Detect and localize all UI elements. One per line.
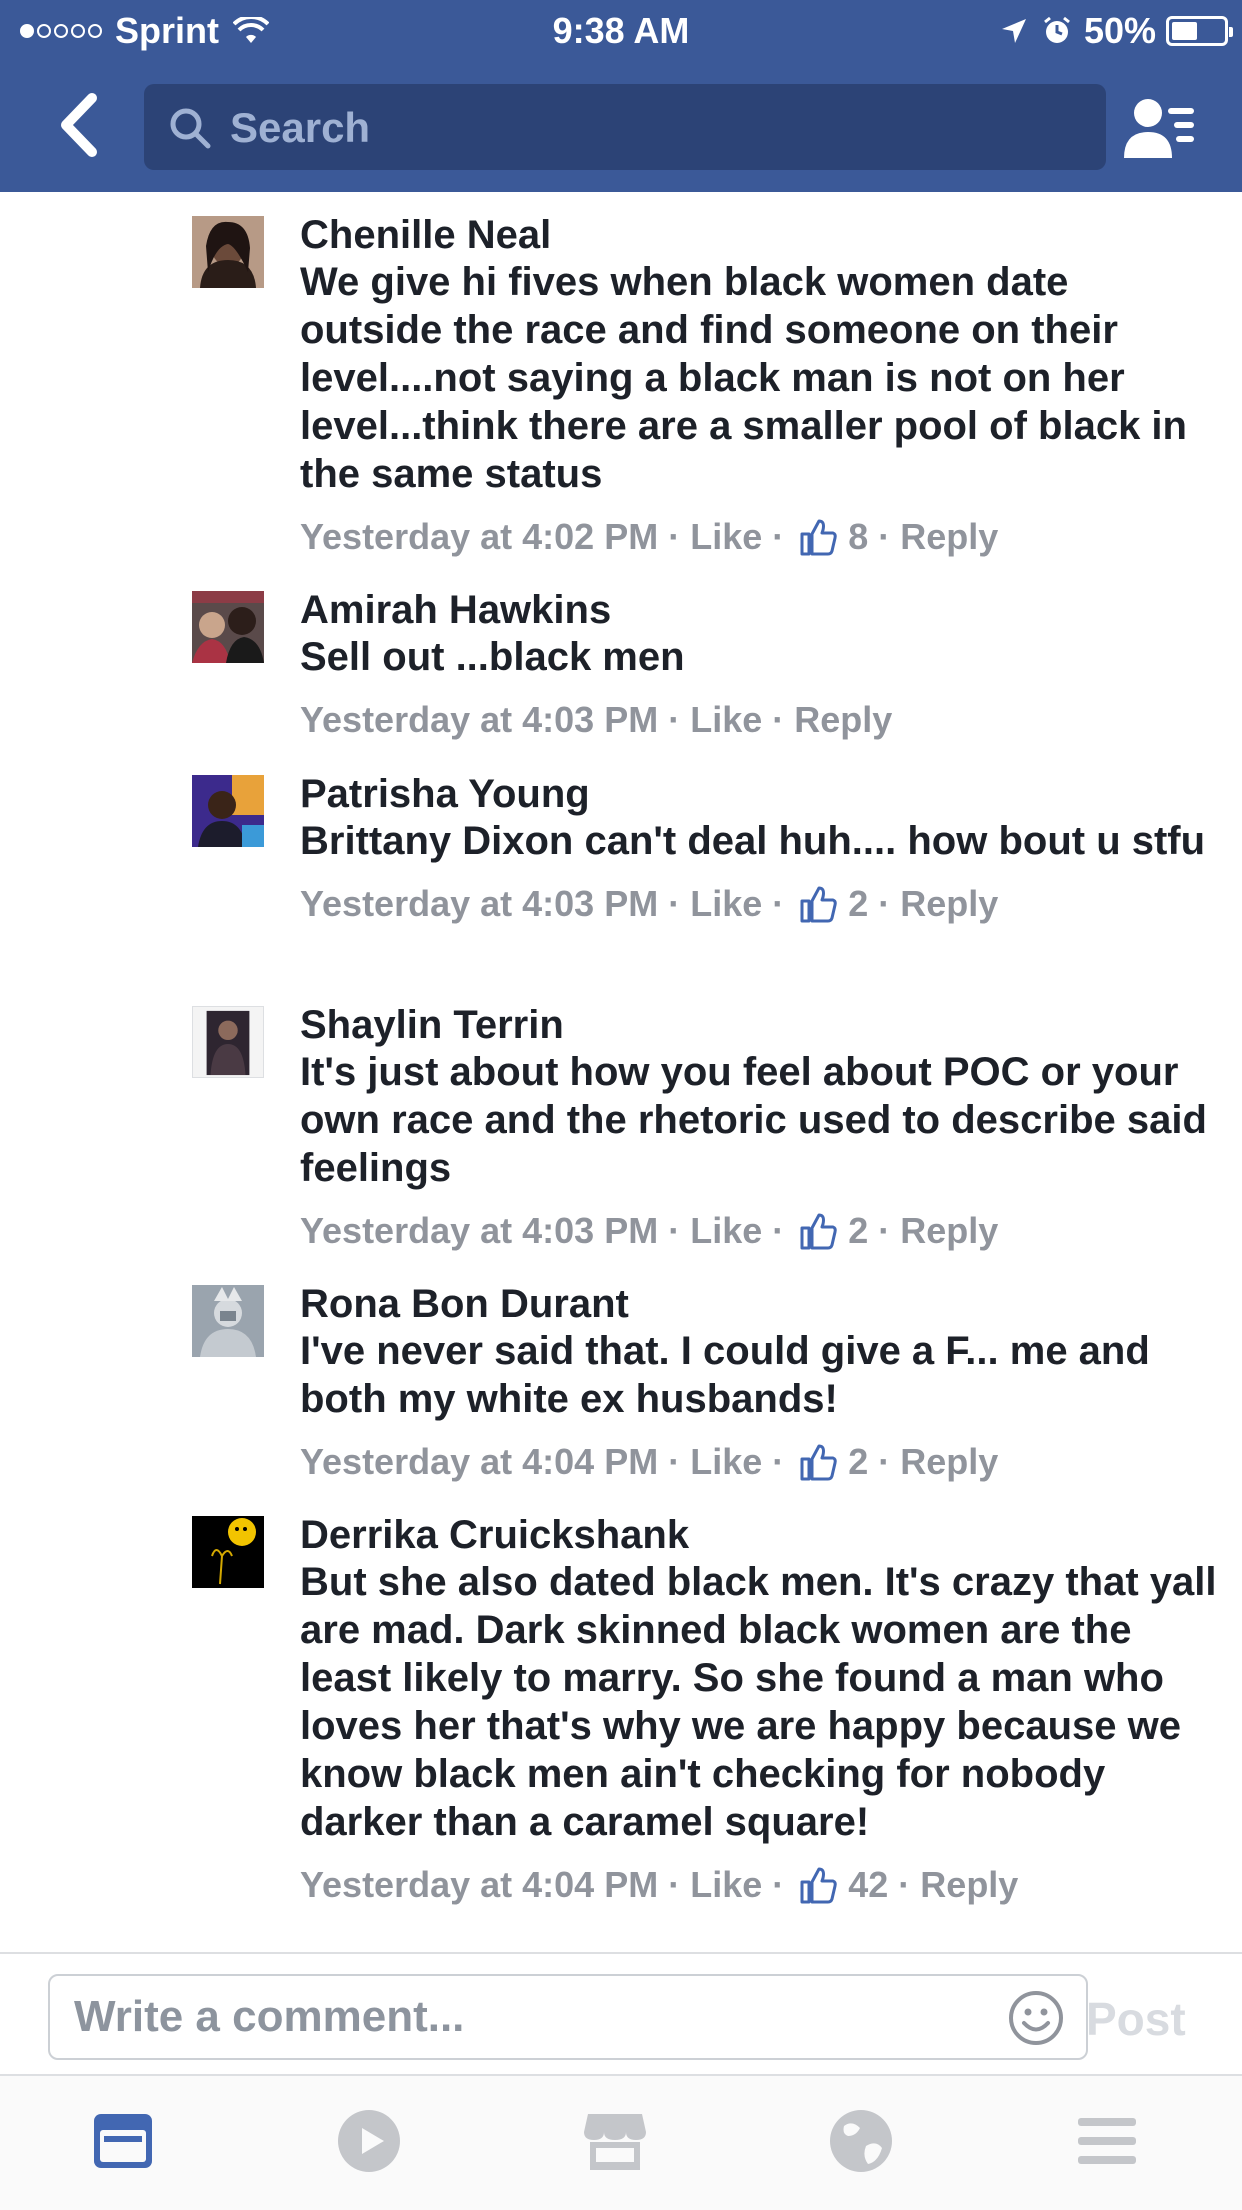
- comment-timestamp[interactable]: Yesterday at 4:04 PM: [300, 1860, 658, 1910]
- like-link[interactable]: Like: [690, 1437, 762, 1487]
- comment-text: Brittany Dixon can't deal huh.... how bo…: [300, 819, 1206, 863]
- like-link[interactable]: Like: [690, 879, 762, 929]
- marketplace-icon[interactable]: [580, 2106, 650, 2176]
- like-link[interactable]: Like: [690, 1860, 762, 1910]
- comment-text: It's just about how you feel about POC o…: [300, 1050, 1207, 1190]
- comment-body: Rona Bon Durant I've never said that. I …: [300, 1279, 1220, 1487]
- comment-author[interactable]: Patrisha Young: [300, 769, 1220, 819]
- location-arrow-icon: [1001, 19, 1026, 43]
- battery-percent: 50%: [1083, 10, 1156, 51]
- comment-timestamp[interactable]: Yesterday at 4:04 PM: [300, 1437, 658, 1487]
- comment-body: Patrisha Young Brittany Dixon can't deal…: [300, 769, 1220, 929]
- comment-meta: Yesterday at 4:04 PM · Like · 42 · Reply: [300, 1860, 1220, 1910]
- app-header: Sprint 9:38 AM 50% Search: [0, 0, 1242, 192]
- comment-body: Amirah Hawkins Sell out ...black men Yes…: [300, 585, 1220, 745]
- alarm-icon: [1044, 16, 1070, 43]
- avatar[interactable]: [192, 591, 264, 663]
- status-bar: Sprint 9:38 AM 50%: [0, 0, 1242, 62]
- thumbs-up-icon: [800, 519, 837, 556]
- search-bar[interactable]: Search: [144, 84, 1106, 170]
- like-count[interactable]: 2: [848, 1437, 868, 1487]
- comment-meta: Yesterday at 4:03 PM · Like · 2 · Reply: [300, 1206, 1220, 1256]
- comment-body: Shaylin Terrin It's just about how you f…: [300, 1000, 1220, 1256]
- comment-body: Chenille Neal We give hi fives when blac…: [300, 210, 1220, 562]
- comment-timestamp[interactable]: Yesterday at 4:03 PM: [300, 1206, 658, 1256]
- comment-author[interactable]: Chenille Neal: [300, 210, 1220, 260]
- thumbs-up-icon: [800, 1867, 837, 1904]
- back-chevron-icon[interactable]: [50, 90, 110, 160]
- notifications-globe-icon[interactable]: [826, 2106, 896, 2176]
- menu-icon[interactable]: [1072, 2106, 1142, 2176]
- comment-timestamp[interactable]: Yesterday at 4:03 PM: [300, 879, 658, 929]
- reply-link[interactable]: Reply: [900, 1437, 998, 1487]
- comment-author[interactable]: Rona Bon Durant: [300, 1279, 1220, 1329]
- comment-author[interactable]: Derrika Cruickshank: [300, 1510, 1220, 1560]
- thumbs-up-icon: [800, 1444, 837, 1481]
- like-link[interactable]: Like: [690, 1206, 762, 1256]
- comment-meta: Yesterday at 4:03 PM · Like · Reply: [300, 695, 1220, 745]
- nav-bar: Search: [0, 62, 1242, 192]
- search-placeholder: Search: [230, 104, 371, 151]
- status-right: 50%: [1000, 10, 1233, 52]
- like-link[interactable]: Like: [690, 695, 762, 745]
- comment-text: But she also dated black men. It's crazy…: [300, 1560, 1217, 1844]
- search-icon: [170, 108, 211, 149]
- comment-input[interactable]: Write a comment...: [48, 1974, 1088, 2060]
- comment-meta: Yesterday at 4:04 PM · Like · 2 · Reply: [300, 1437, 1220, 1487]
- thumbs-up-icon: [800, 886, 837, 923]
- friend-list-icon[interactable]: [1124, 96, 1196, 160]
- avatar[interactable]: [192, 775, 264, 847]
- like-link[interactable]: Like: [690, 512, 762, 562]
- avatar[interactable]: [192, 1006, 264, 1078]
- avatar[interactable]: [192, 216, 264, 288]
- post-button[interactable]: Post: [1086, 1992, 1186, 2046]
- reply-link[interactable]: Reply: [900, 879, 998, 929]
- reply-link[interactable]: Reply: [900, 1206, 998, 1256]
- avatar[interactable]: [192, 1516, 264, 1588]
- like-count[interactable]: 2: [848, 1206, 868, 1256]
- tab-bar: [0, 2074, 1242, 2210]
- comment-text: I've never said that. I could give a F..…: [300, 1329, 1150, 1421]
- like-count[interactable]: 2: [848, 879, 868, 929]
- comment-meta: Yesterday at 4:03 PM · Like · 2 · Reply: [300, 879, 1220, 929]
- comment-author[interactable]: Shaylin Terrin: [300, 1000, 1220, 1050]
- battery-icon: [1166, 16, 1233, 46]
- reply-link[interactable]: Reply: [794, 695, 892, 745]
- emoji-icon[interactable]: [1008, 1990, 1064, 2046]
- comment-placeholder: Write a comment...: [74, 1992, 465, 2041]
- comment-body: Derrika Cruickshank But she also dated b…: [300, 1510, 1220, 1910]
- comment-composer: Write a comment... Post: [0, 1952, 1242, 2076]
- video-icon[interactable]: [334, 2106, 404, 2176]
- like-count[interactable]: 8: [848, 512, 868, 562]
- comment-author[interactable]: Amirah Hawkins: [300, 585, 1220, 635]
- comment-timestamp[interactable]: Yesterday at 4:03 PM: [300, 695, 658, 745]
- comment-meta: Yesterday at 4:02 PM · Like · 8 · Reply: [300, 512, 1220, 562]
- avatar[interactable]: [192, 1285, 264, 1357]
- reply-link[interactable]: Reply: [900, 512, 998, 562]
- reply-link[interactable]: Reply: [920, 1860, 1018, 1910]
- comment-text: Sell out ...black men: [300, 635, 685, 679]
- news-feed-icon[interactable]: [88, 2106, 158, 2176]
- comment-text: We give hi fives when black women date o…: [300, 260, 1187, 496]
- like-count[interactable]: 42: [848, 1860, 888, 1910]
- thumbs-up-icon: [800, 1213, 837, 1250]
- comment-timestamp[interactable]: Yesterday at 4:02 PM: [300, 512, 658, 562]
